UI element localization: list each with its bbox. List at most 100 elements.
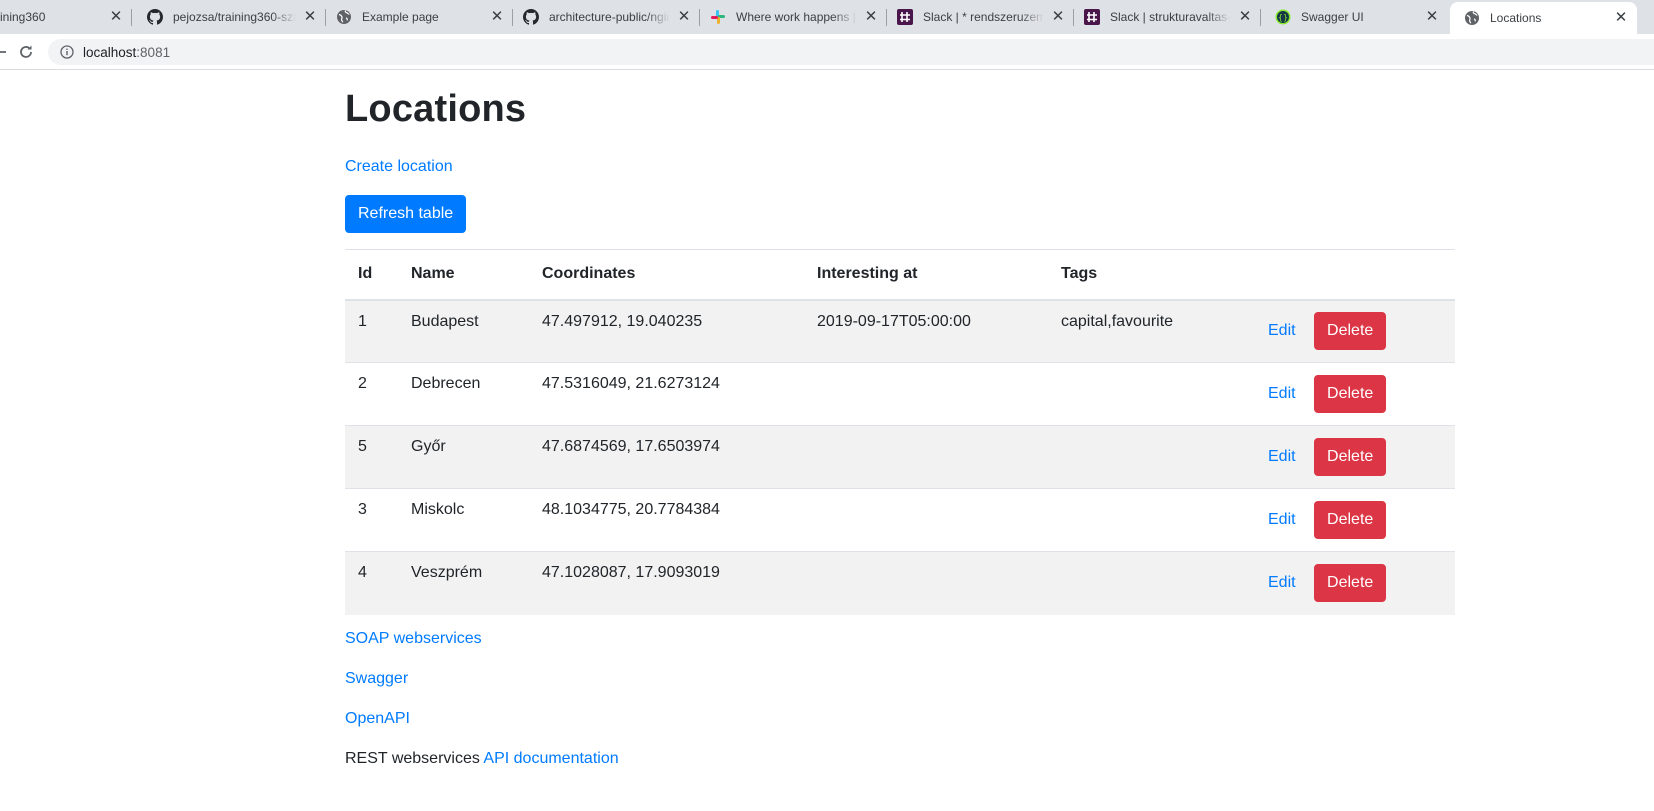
- column-header-id: Id: [345, 249, 398, 301]
- browser-tab[interactable]: Slack | * rendszeruzemeltetes ✕: [887, 0, 1074, 34]
- cell-id: 3: [345, 488, 398, 552]
- cell-tags: capital,favourite: [1048, 299, 1255, 363]
- close-icon[interactable]: ✕: [863, 9, 879, 25]
- slack-workspace-icon: [897, 9, 913, 25]
- cell-id: 5: [345, 425, 398, 489]
- delete-button[interactable]: Delete: [1314, 375, 1387, 413]
- table-header-row: Id Name Coordinates Interesting at Tags: [345, 249, 1455, 301]
- cell-coordinates: 47.5316049, 21.6273124: [529, 362, 804, 426]
- delete-button[interactable]: Delete: [1314, 501, 1387, 539]
- browser-tab[interactable]: architecture-public/nginx ✕: [513, 0, 700, 34]
- cell-interesting-at: [804, 551, 1048, 615]
- delete-button[interactable]: Delete: [1314, 312, 1387, 351]
- close-icon[interactable]: ✕: [1613, 10, 1629, 26]
- cell-name: Debrecen: [398, 362, 529, 426]
- browser-tab[interactable]: pejozsa/training360-szamla ✕: [133, 0, 326, 34]
- edit-button[interactable]: Edit: [1268, 511, 1308, 529]
- url-port: :8081: [136, 44, 171, 60]
- api-documentation-link[interactable]: API documentation: [483, 750, 618, 767]
- column-header-actions: [1255, 249, 1455, 301]
- close-icon[interactable]: ✕: [676, 9, 692, 25]
- cell-coordinates: 48.1034775, 20.7784384: [529, 488, 804, 552]
- edit-button[interactable]: Edit: [1268, 448, 1308, 466]
- browser-tab[interactable]: Where work happens | Slack ✕: [700, 0, 887, 34]
- cell-id: 4: [345, 551, 398, 615]
- column-header-name: Name: [398, 249, 529, 301]
- cell-tags: [1048, 551, 1255, 615]
- reload-icon[interactable]: [14, 40, 38, 64]
- url-host: localhost: [83, 44, 137, 60]
- cell-actions: Edit Delete: [1255, 362, 1455, 426]
- cell-interesting-at: 2019-09-17T05:00:00: [804, 299, 1048, 363]
- browser-tab[interactable]: {} Swagger UI ✕: [1261, 0, 1448, 34]
- column-header-coordinates: Coordinates: [529, 249, 804, 301]
- cell-name: Budapest: [398, 299, 529, 363]
- footer-link-row: SOAP webservices: [345, 630, 619, 670]
- footer-links: SOAP webservices Swagger OpenAPI REST we…: [345, 630, 619, 790]
- cell-interesting-at: [804, 425, 1048, 489]
- cell-coordinates: 47.6874569, 17.6503974: [529, 425, 804, 489]
- rest-webservices-label: REST webservices: [345, 750, 480, 767]
- cell-actions: Edit Delete: [1255, 299, 1455, 363]
- column-header-tags: Tags: [1048, 249, 1255, 301]
- cell-interesting-at: [804, 362, 1048, 426]
- cell-coordinates: 47.1028087, 17.9093019: [529, 551, 804, 615]
- swagger-link[interactable]: Swagger: [345, 670, 408, 687]
- close-icon[interactable]: ✕: [1237, 9, 1253, 25]
- close-icon[interactable]: ✕: [302, 9, 318, 25]
- table-row: 4 Veszprém 47.1028087, 17.9093019 Edit D…: [345, 551, 1455, 615]
- footer-link-row: OpenAPI: [345, 710, 619, 750]
- table-row: 2 Debrecen 47.5316049, 21.6273124 Edit D…: [345, 362, 1455, 426]
- browser-tab[interactable]: ining360 ✕: [0, 0, 132, 34]
- locations-table: Id Name Coordinates Interesting at Tags …: [345, 249, 1455, 615]
- cell-name: Győr: [398, 425, 529, 489]
- cell-coordinates: 47.497912, 19.040235: [529, 299, 804, 363]
- address-bar[interactable]: localhost:8081: [48, 39, 1654, 65]
- close-icon[interactable]: ✕: [1424, 9, 1440, 25]
- close-icon[interactable]: ✕: [108, 9, 124, 25]
- globe-icon: [1464, 10, 1480, 26]
- cell-actions: Edit Delete: [1255, 551, 1455, 615]
- footer-link-row: REST webservices API documentation: [345, 750, 619, 790]
- page-title: Locations: [345, 88, 527, 130]
- delete-button[interactable]: Delete: [1314, 564, 1387, 603]
- cell-name: Miskolc: [398, 488, 529, 552]
- site-info-icon[interactable]: [60, 45, 74, 59]
- footer-link-row: Swagger: [345, 670, 619, 710]
- cell-actions: Edit Delete: [1255, 488, 1455, 552]
- slack-workspace-icon: [1084, 9, 1100, 25]
- create-location-link[interactable]: Create location: [345, 158, 453, 176]
- cell-id: 1: [345, 299, 398, 363]
- browser-tab[interactable]: Example page ✕: [326, 0, 513, 34]
- edit-button[interactable]: Edit: [1268, 322, 1308, 340]
- cell-actions: Edit Delete: [1255, 425, 1455, 489]
- svg-text:{}: {}: [1278, 13, 1288, 22]
- cell-name: Veszprém: [398, 551, 529, 615]
- soap-webservices-link[interactable]: SOAP webservices: [345, 630, 482, 647]
- github-icon: [523, 9, 539, 25]
- cell-tags: [1048, 488, 1255, 552]
- browser-tab[interactable]: Slack | strukturavaltas-c ✕: [1074, 0, 1261, 34]
- browser-toolbar: localhost:8081: [0, 34, 1654, 70]
- table-row: 1 Budapest 47.497912, 19.040235 2019-09-…: [345, 299, 1455, 363]
- github-icon: [147, 9, 163, 25]
- close-icon[interactable]: ✕: [489, 9, 505, 25]
- openapi-link[interactable]: OpenAPI: [345, 710, 410, 727]
- table-row: 5 Győr 47.6874569, 17.6503974 Edit Delet…: [345, 425, 1455, 489]
- refresh-table-button[interactable]: Refresh table: [345, 195, 467, 233]
- edit-button[interactable]: Edit: [1268, 574, 1308, 592]
- back-arrow-icon[interactable]: [0, 40, 12, 64]
- cell-tags: [1048, 425, 1255, 489]
- globe-icon: [336, 9, 352, 25]
- delete-button[interactable]: Delete: [1314, 438, 1387, 476]
- cell-interesting-at: [804, 488, 1048, 552]
- swagger-icon: {}: [1275, 9, 1291, 25]
- slack-icon: [710, 9, 726, 25]
- close-icon[interactable]: ✕: [1050, 9, 1066, 25]
- edit-button[interactable]: Edit: [1268, 385, 1308, 403]
- browser-tab-active[interactable]: Locations ✕: [1450, 2, 1637, 34]
- cell-id: 2: [345, 362, 398, 426]
- browser-tab-strip: ining360 ✕ pejozsa/training360-szamla ✕ …: [0, 0, 1654, 34]
- cell-tags: [1048, 362, 1255, 426]
- column-header-interesting-at: Interesting at: [804, 249, 1048, 301]
